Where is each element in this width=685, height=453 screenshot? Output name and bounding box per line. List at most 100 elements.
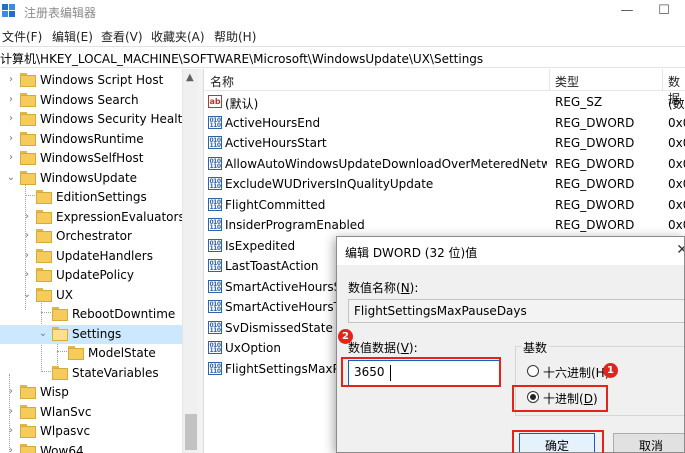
scroll-up-icon[interactable]: ▲	[186, 72, 194, 83]
value-name: InsiderProgramEnabled	[225, 218, 365, 232]
tree-node-label: Wlpasvc	[40, 424, 91, 438]
dword-value-icon: 010 110	[208, 279, 222, 293]
dword-value-icon: 010 110	[208, 361, 222, 375]
registry-key-tree[interactable]: › Windows Script Host › Windows Search › Wind…	[0, 69, 198, 453]
dialog-title-bar: 编辑 DWORD (32 位)值 ✕	[337, 237, 684, 265]
address-bar[interactable]: 计算机\HKEY_LOCAL_MACHINE\SOFTWARE\Microsof…	[0, 46, 685, 68]
column-separator[interactable]	[662, 69, 663, 91]
tree-node[interactable]: ⌄ WindowsUpdate	[0, 169, 182, 188]
radio-hexadecimal[interactable]	[527, 365, 539, 377]
chevron-right-icon[interactable]: ›	[6, 425, 16, 437]
tree-node-label: WindowsSelfHost	[40, 151, 144, 165]
list-item[interactable]: 010110InsiderProgramEnabled REG_DWORD 0x0	[205, 215, 685, 236]
value-name: ActiveHoursEnd	[225, 115, 321, 130]
tree-node-label: RebootDowntime	[72, 307, 176, 321]
chevron-right-icon[interactable]: ›	[22, 250, 32, 262]
chevron-down-icon[interactable]: ⌄	[38, 328, 48, 340]
value-name-field[interactable]: FlightSettingsMaxPauseDays	[348, 299, 684, 323]
column-header-name[interactable]: 名称	[210, 73, 234, 90]
tree-node[interactable]: › WindowsSelfHost	[0, 149, 182, 168]
chevron-down-icon[interactable]: ⌄	[6, 172, 16, 184]
cancel-button[interactable]: 取消	[613, 433, 684, 452]
tree-node[interactable]: › Wow64	[0, 442, 182, 453]
list-item[interactable]: 010110ActiveHoursStart REG_DWORD 0x0	[205, 133, 685, 154]
chevron-right-icon[interactable]: ›	[6, 94, 16, 106]
value-data: 0x0	[668, 218, 685, 232]
radio-hexadecimal-label[interactable]: 十六进制(H)	[543, 364, 609, 381]
tree-node-label: WlanSvc	[40, 404, 92, 419]
menu-file[interactable]: 文件(F)	[2, 28, 42, 45]
column-separator[interactable]	[549, 69, 550, 91]
dword-value-icon: 010 110	[208, 259, 222, 272]
list-item[interactable]: 010 110 ExcludeWUDriversInQualityUpdate REG…	[205, 174, 685, 195]
tree-node[interactable]: RebootDowntime	[0, 305, 182, 324]
folder-icon	[20, 131, 36, 146]
tree-node[interactable]: EditionSettings	[0, 188, 182, 207]
tree-node[interactable]: › UpdatePolicy	[0, 266, 182, 285]
value-data: 0x0	[668, 136, 685, 150]
chevron-right-icon[interactable]: ›	[6, 113, 16, 125]
folder-icon	[20, 151, 36, 165]
tree-node[interactable]: › Windows Security Health	[0, 110, 190, 129]
chevron-right-icon[interactable]: ›	[6, 445, 16, 453]
tree-node[interactable]: › WlanSvc	[0, 403, 182, 422]
tree-node[interactable]: › WindowsRuntime	[0, 130, 182, 149]
chevron-right-icon[interactable]: ›	[22, 269, 32, 281]
folder-icon	[20, 404, 36, 419]
folder-icon	[36, 190, 52, 204]
chevron-right-icon[interactable]: ›	[22, 230, 32, 242]
value-name: ActiveHoursStart	[225, 136, 327, 150]
value-name: AllowAutoWindowsUpdateDownloadOverMetere…	[225, 156, 547, 171]
tree-node[interactable]: › UpdateHandlers	[0, 247, 182, 266]
maximize-button[interactable]: ☐	[641, 0, 685, 24]
value-data-label: 数值数据(V):	[348, 341, 418, 355]
value-data: 0x0	[668, 177, 685, 191]
folder-icon	[36, 268, 52, 282]
tree-node-label: WindowsRuntime	[40, 131, 144, 146]
tree-node-label: UpdateHandlers	[56, 248, 153, 263]
folder-icon	[20, 92, 36, 107]
menu-view[interactable]: 查看(V)	[101, 28, 143, 45]
value-type: REG_DWORD	[555, 218, 635, 232]
menu-help[interactable]: 帮助(H)	[214, 28, 256, 45]
column-header-type[interactable]: 类型	[555, 73, 579, 90]
tree-node-label: Orchestrator	[56, 229, 132, 243]
dword-value-icon: 010 110	[208, 300, 222, 313]
chevron-right-icon[interactable]: ›	[6, 74, 16, 86]
tree-node[interactable]: StateVariables	[0, 364, 182, 383]
list-item[interactable]: 010110ActiveHoursEnd REG_DWORD 0x0	[205, 113, 685, 134]
folder-icon	[20, 73, 36, 87]
tree-scroll-thumb[interactable]	[185, 414, 197, 450]
menu-favorites[interactable]: 收藏夹(A)	[151, 28, 205, 45]
tree-node[interactable]: ModelState	[0, 344, 182, 363]
pane-splitter[interactable]	[198, 69, 204, 453]
list-item[interactable]: 010 110 AllowAutoWindowsUpdateDownloadOver…	[205, 154, 685, 175]
tree-node[interactable]: › Windows Script Host	[0, 71, 182, 90]
tree-node[interactable]: ⌄ Settings	[0, 324, 182, 344]
tree-scrollbar[interactable]: ▲	[182, 69, 198, 453]
tree-node[interactable]: › Orchestrator	[0, 227, 182, 246]
value-data: (数值	[668, 97, 685, 111]
step-badge-2: 2	[338, 329, 353, 344]
tree-node-label: Windows Search	[40, 92, 139, 107]
list-item[interactable]: 010110FlightCommitted REG_DWORD 0x0	[205, 195, 685, 216]
address-path: 计算机\HKEY_LOCAL_MACHINE\SOFTWARE\Microsof…	[0, 52, 484, 66]
chevron-right-icon[interactable]: ›	[6, 386, 16, 398]
dword-value-icon: 010 110	[208, 177, 222, 190]
folder-icon	[36, 287, 52, 302]
value-data: 0x0	[668, 197, 685, 212]
chevron-right-icon[interactable]: ›	[6, 133, 16, 145]
tree-node[interactable]: › Wlpasvc	[0, 422, 182, 441]
dialog-close-button[interactable]: ✕	[676, 242, 684, 258]
chevron-down-icon[interactable]: ⌄	[22, 289, 32, 301]
menu-edit[interactable]: 编辑(E)	[52, 28, 93, 45]
tree-node[interactable]: › Wisp	[0, 383, 182, 402]
dword-value-icon: 010 110	[208, 136, 222, 149]
tree-node[interactable]: › Windows Search	[0, 91, 182, 110]
tree-node[interactable]: ⌄ UX	[0, 286, 182, 305]
chevron-right-icon[interactable]: ›	[6, 152, 16, 164]
list-item[interactable]: ab(默认) REG_SZ (数值	[205, 92, 685, 113]
chevron-right-icon[interactable]: ›	[22, 211, 32, 223]
chevron-right-icon[interactable]: ›	[6, 406, 16, 418]
tree-node[interactable]: › ExpressionEvaluators	[0, 208, 185, 227]
